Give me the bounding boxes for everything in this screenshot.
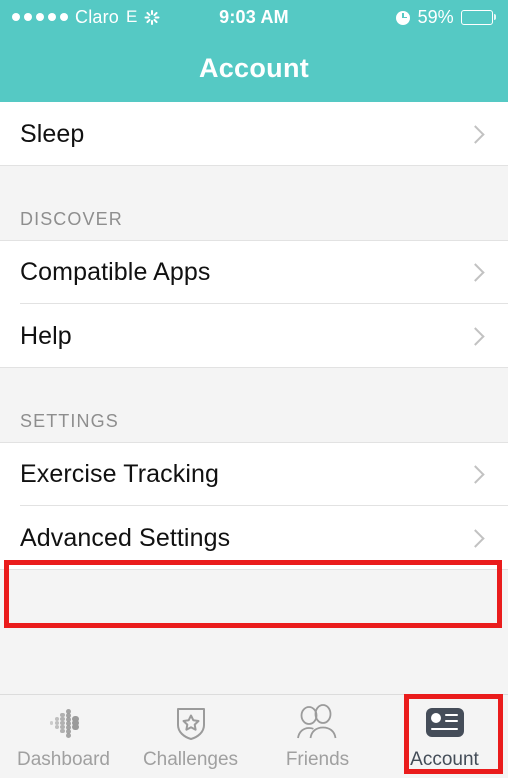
status-bar: Claro E 9:03 AM 59% xyxy=(0,0,508,34)
list-item-label: Help xyxy=(20,321,72,350)
status-bar-right: 59% xyxy=(395,6,496,28)
alarm-clock-icon xyxy=(395,10,411,25)
two-people-icon xyxy=(296,702,340,742)
chevron-right-icon xyxy=(466,326,485,346)
section-header-settings: SETTINGS xyxy=(0,368,508,442)
tab-label: Challenges xyxy=(142,749,239,770)
id-card-icon xyxy=(425,702,464,742)
list-item-label: Compatible Apps xyxy=(20,257,211,286)
list-item-help[interactable]: Help xyxy=(0,304,508,368)
phone-screen: Claro E 9:03 AM 59% Account Sleep DISCOV… xyxy=(0,0,508,778)
section-header-label: SETTINGS xyxy=(20,411,119,431)
tab-label: Friends xyxy=(285,749,350,770)
tab-dashboard[interactable]: Dashboard xyxy=(0,695,127,778)
list-item-exercise-tracking[interactable]: Exercise Tracking xyxy=(0,442,508,506)
page-title: Account xyxy=(198,52,310,83)
tab-challenges[interactable]: Challenges xyxy=(127,695,254,778)
settings-list[interactable]: Sleep DISCOVER Compatible Apps Help SETT… xyxy=(0,102,508,694)
tab-label: Account xyxy=(410,749,479,770)
list-item-label: Exercise Tracking xyxy=(20,459,219,488)
navigation-bar: Account xyxy=(0,34,508,102)
chevron-right-icon xyxy=(466,124,485,144)
section-header-label: DISCOVER xyxy=(20,209,123,229)
chevron-right-icon xyxy=(466,528,485,548)
chevron-right-icon xyxy=(466,262,485,282)
list-item-advanced-settings[interactable]: Advanced Settings xyxy=(0,506,508,570)
battery-percent-label: 59% xyxy=(417,6,454,27)
section-header-discover: DISCOVER xyxy=(0,166,508,240)
list-item-compatible-apps[interactable]: Compatible Apps xyxy=(0,240,508,304)
list-item-label: Advanced Settings xyxy=(20,523,231,552)
list-item-sleep[interactable]: Sleep xyxy=(0,102,508,166)
dashboard-dots-icon xyxy=(44,702,84,742)
list-item-label: Sleep xyxy=(20,119,85,148)
tab-label: Dashboard xyxy=(17,749,110,770)
tab-account[interactable]: Account xyxy=(381,695,508,778)
chevron-right-icon xyxy=(466,464,485,484)
tab-friends[interactable]: Friends xyxy=(254,695,381,778)
shield-star-icon xyxy=(171,702,211,742)
list-bottom-spacer xyxy=(0,570,508,630)
battery-icon xyxy=(460,9,496,25)
tab-bar[interactable]: Dashboard Challenges Friends Account xyxy=(0,694,508,778)
